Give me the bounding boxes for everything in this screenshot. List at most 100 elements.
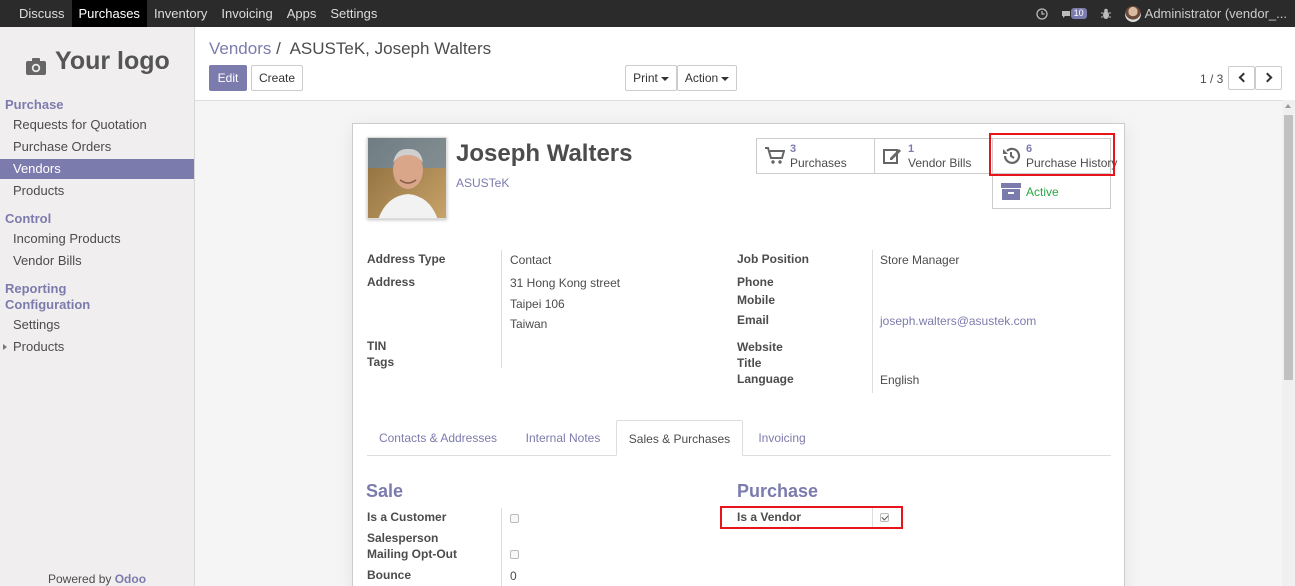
address-country: Taiwan <box>510 317 548 331</box>
address-type-value: Contact <box>510 253 552 267</box>
notebook-tabs: Contacts & Addresses Internal Notes Sale… <box>367 420 1111 456</box>
vertical-scrollbar[interactable] <box>1282 100 1295 586</box>
website-label: Website <box>737 340 783 354</box>
powered-by-brand[interactable]: Odoo <box>115 572 146 586</box>
tags-label: Tags <box>367 355 395 369</box>
pager-next-button[interactable] <box>1255 66 1282 90</box>
logo-text: Your logo <box>55 47 170 75</box>
purchases-count: 3 <box>790 143 797 155</box>
purchases-label: Purchases <box>790 156 847 170</box>
caret-right-icon <box>3 344 7 350</box>
job-position-value: Store Manager <box>880 253 960 267</box>
breadcrumb-current: ASUSTeK, Joseph Walters <box>289 39 492 58</box>
mailing-optout-checkbox[interactable] <box>510 550 519 559</box>
action-label: Action <box>684 71 719 85</box>
menu-inventory[interactable]: Inventory <box>147 0 214 27</box>
field-divider <box>501 508 502 586</box>
job-position-label: Job Position <box>737 252 809 266</box>
email-link[interactable]: joseph.walters@asustek.com <box>880 314 1036 328</box>
menu-settings[interactable]: Settings <box>323 0 384 27</box>
address-type-label: Address Type <box>367 252 446 266</box>
tin-label: TIN <box>367 339 387 353</box>
email-label: Email <box>737 313 770 327</box>
purchases-smart-button[interactable]: 3 Purchases <box>756 138 875 174</box>
phone-label: Phone <box>737 275 774 289</box>
vendor-bills-label: Vendor Bills <box>908 156 972 170</box>
bounce-value: 0 <box>510 569 517 583</box>
sidebar-item-incoming-products[interactable]: Incoming Products <box>0 229 194 249</box>
active-toggle-button[interactable]: Active <box>992 173 1111 209</box>
debug-bug-icon[interactable] <box>1100 8 1111 20</box>
section-purchase[interactable]: Purchase <box>5 97 64 112</box>
action-dropdown[interactable]: Action <box>677 65 737 91</box>
partner-company-link[interactable]: ASUSTeK <box>456 176 509 190</box>
vendor-bills-smart-button[interactable]: 1 Vendor Bills <box>874 138 993 174</box>
user-name: Administrator (vendor_... <box>1144 6 1287 21</box>
chat-count-badge: 10 <box>1070 8 1087 19</box>
menu-purchases[interactable]: Purchases <box>71 0 147 27</box>
edit-icon <box>883 147 903 168</box>
powered-by-prefix: Powered by <box>48 572 112 586</box>
pager-value[interactable]: 1 / 3 <box>1200 72 1223 86</box>
title-label: Title <box>737 356 762 370</box>
tab-internal-notes[interactable]: Internal Notes <box>514 420 612 456</box>
activity-clock-icon[interactable] <box>1035 7 1048 20</box>
purchase-section-title: Purchase <box>737 481 819 501</box>
pager-previous-button[interactable] <box>1228 66 1255 90</box>
sale-section-title: Sale <box>366 481 404 501</box>
bounce-label: Bounce <box>367 568 412 582</box>
chevron-right-icon <box>1262 72 1273 83</box>
section-control[interactable]: Control <box>5 211 51 226</box>
address-city: Taipei 106 <box>510 297 565 311</box>
print-label: Print <box>633 71 658 85</box>
section-reporting[interactable]: Reporting <box>5 281 66 296</box>
sidebar-item-products[interactable]: Products <box>0 181 194 201</box>
archive-icon <box>1001 183 1021 204</box>
field-divider <box>872 250 873 393</box>
scroll-up-arrow-icon[interactable] <box>1285 104 1291 108</box>
print-dropdown[interactable]: Print <box>625 65 677 91</box>
section-configuration[interactable]: Configuration <box>5 297 90 312</box>
address-label: Address <box>367 275 416 289</box>
shopping-cart-icon <box>765 147 786 168</box>
sidebar-item-config-products[interactable]: Products <box>0 337 194 357</box>
camera-icon <box>26 53 46 75</box>
sidebar-item-requests-for-quotation[interactable]: Requests for Quotation <box>0 115 194 135</box>
mailing-optout-label: Mailing Opt-Out <box>367 547 457 561</box>
create-button[interactable]: Create <box>251 65 303 91</box>
partner-name: Joseph Walters <box>456 140 633 167</box>
caret-down-icon <box>721 76 730 81</box>
salesperson-label: Salesperson <box>367 531 439 545</box>
field-divider <box>501 250 502 368</box>
menu-invoicing[interactable]: Invoicing <box>214 0 279 27</box>
address-street: 31 Hong Kong street <box>510 276 621 290</box>
sidebar-item-purchase-orders[interactable]: Purchase Orders <box>0 137 194 157</box>
company-logo[interactable]: Your logo <box>26 47 170 76</box>
systray: 10 Administrator (vendor_... <box>1022 0 1287 27</box>
user-avatar <box>1124 5 1141 22</box>
sidebar-item-vendor-bills[interactable]: Vendor Bills <box>0 251 194 271</box>
user-menu[interactable]: Administrator (vendor_... <box>1124 5 1287 22</box>
menu-apps[interactable]: Apps <box>280 0 324 27</box>
breadcrumb-vendors[interactable]: Vendors <box>209 39 271 58</box>
mobile-label: Mobile <box>737 293 775 307</box>
breadcrumb: Vendors / ASUSTeK, Joseph Walters <box>209 39 491 59</box>
partner-avatar[interactable] <box>367 137 447 219</box>
purchase-history-highlight-box <box>989 133 1115 176</box>
sidebar-item-vendors[interactable]: Vendors <box>0 159 194 179</box>
sidebar-item-settings[interactable]: Settings <box>0 315 194 335</box>
tab-sales-purchases[interactable]: Sales & Purchases <box>616 420 743 456</box>
edit-button[interactable]: Edit <box>209 65 247 91</box>
powered-by: Powered by Odoo <box>48 572 146 586</box>
scrollbar-thumb[interactable] <box>1284 115 1293 380</box>
tab-invoicing[interactable]: Invoicing <box>747 420 817 456</box>
sidebar: Your logo Purchase Requests for Quotatio… <box>0 27 195 586</box>
active-label: Active <box>1026 185 1059 199</box>
menu-discuss[interactable]: Discuss <box>12 0 72 27</box>
chat-icon[interactable]: 10 <box>1061 8 1087 19</box>
is-customer-checkbox[interactable] <box>510 514 519 523</box>
tab-contacts-addresses[interactable]: Contacts & Addresses <box>367 420 509 456</box>
caret-down-icon <box>660 76 669 81</box>
vendor-bills-count: 1 <box>908 143 915 155</box>
sidebar-item-label: Products <box>13 339 65 354</box>
